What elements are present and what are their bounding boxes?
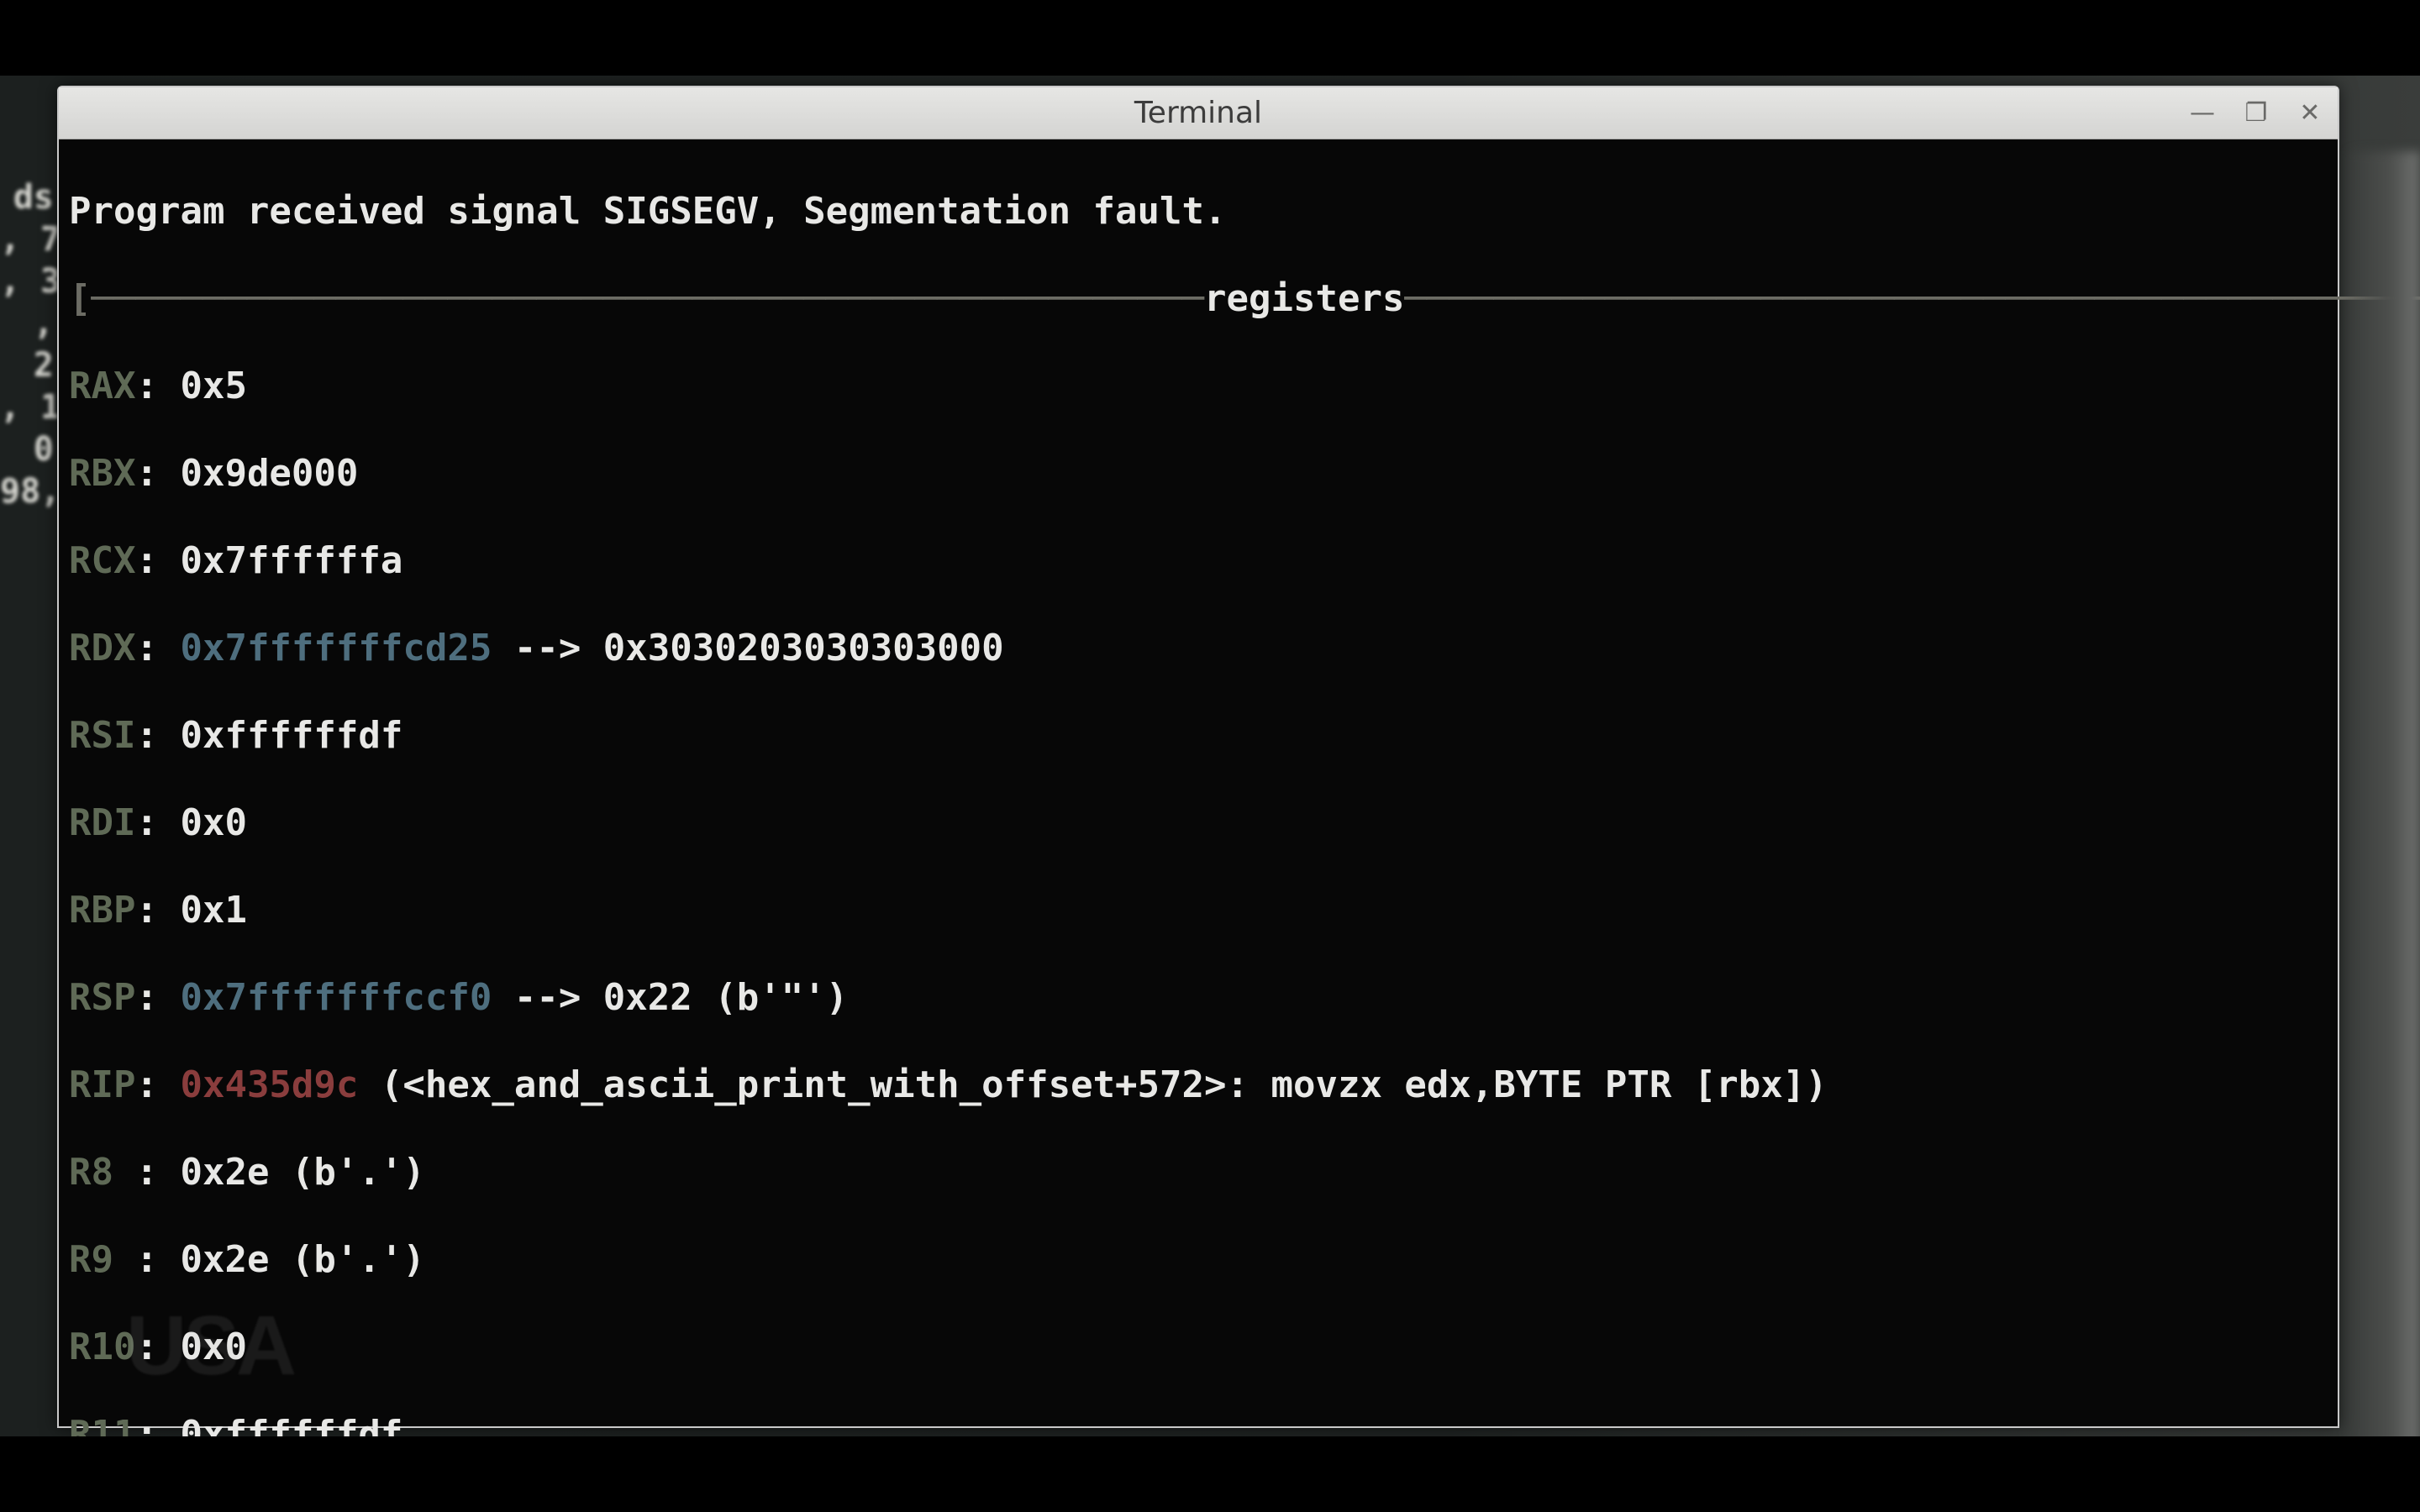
scene: ds , 7 , 3 , 2 , 1 0 98, Terminal — ❐ ✕ … bbox=[0, 76, 2420, 1436]
reg-r9: R9 : 0x2e (b'.') bbox=[69, 1238, 2328, 1282]
reg-r8: R8 : 0x2e (b'.') bbox=[69, 1151, 2328, 1194]
reg-rax: RAX: 0x5 bbox=[69, 365, 2328, 408]
close-button[interactable]: ✕ bbox=[2297, 101, 2323, 126]
background-window-text: ds , 7 , 3 , 2 , 1 0 98, bbox=[0, 176, 57, 613]
maximize-button[interactable]: ❐ bbox=[2244, 101, 2269, 126]
reg-r10: R10: 0x0 bbox=[69, 1326, 2328, 1369]
window-title: Terminal bbox=[1134, 96, 1262, 130]
reg-rbp: RBP: 0x1 bbox=[69, 889, 2328, 932]
usa-network-watermark: USA bbox=[126, 1298, 293, 1394]
minimize-button[interactable]: — bbox=[2190, 101, 2215, 126]
terminal-window: Terminal — ❐ ✕ Program received signal S… bbox=[57, 86, 2339, 1428]
reg-rdx: RDX: 0x7fffffffcd25 --> 0x30302030303030… bbox=[69, 627, 2328, 670]
signal-line: Program received signal SIGSEGV, Segment… bbox=[69, 190, 2328, 234]
letterbox-top bbox=[0, 0, 2420, 76]
reg-rdi: RDI: 0x0 bbox=[69, 801, 2328, 845]
reg-rsp: RSP: 0x7fffffffccf0 --> 0x22 (b'"') bbox=[69, 976, 2328, 1020]
titlebar: Terminal — ❐ ✕ bbox=[59, 87, 2338, 139]
reg-rip: RIP: 0x435d9c (<hex_and_ascii_print_with… bbox=[69, 1063, 2328, 1107]
right-background-blur bbox=[2344, 151, 2420, 1512]
reg-rcx: RCX: 0x7ffffffa bbox=[69, 539, 2328, 583]
window-controls: — ❐ ✕ bbox=[2190, 87, 2323, 139]
letterbox-bottom bbox=[0, 1436, 2420, 1512]
reg-rbx: RBX: 0x9de000 bbox=[69, 452, 2328, 496]
registers-section-header: [───────────────────────────────────────… bbox=[69, 277, 2328, 321]
terminal-output[interactable]: Program received signal SIGSEGV, Segment… bbox=[59, 139, 2338, 1512]
reg-rsi: RSI: 0xffffffdf bbox=[69, 714, 2328, 758]
